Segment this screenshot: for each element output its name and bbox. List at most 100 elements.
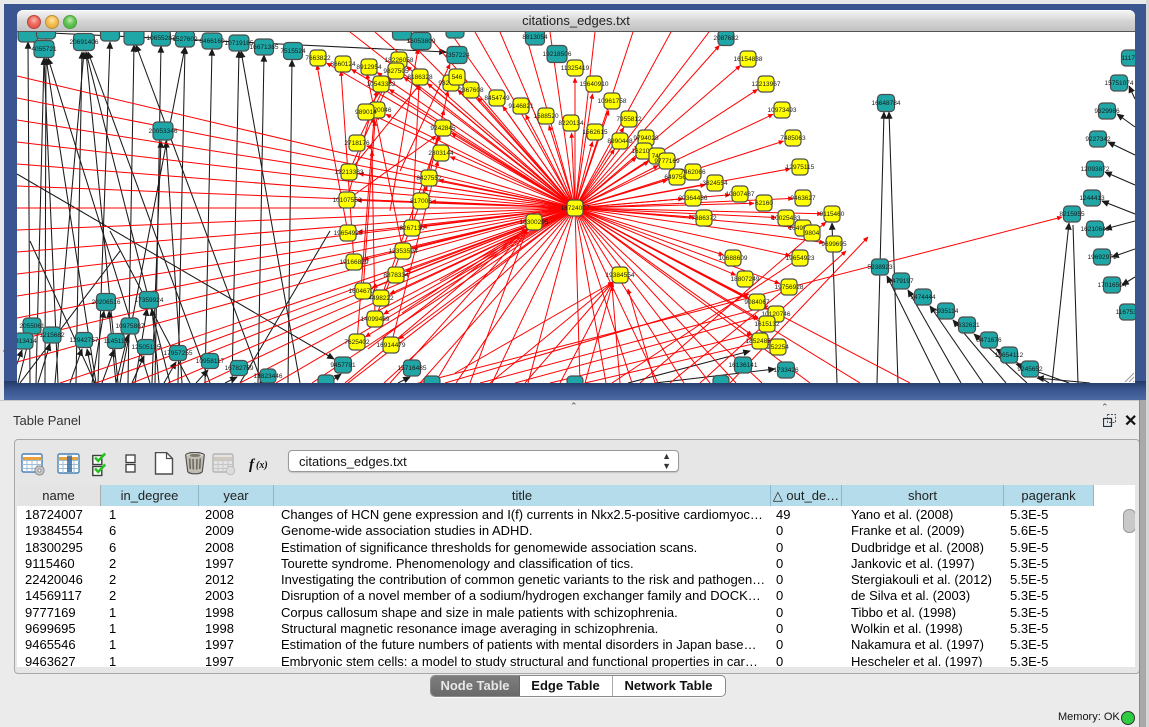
svg-text:2367608: 2367608 [458,87,484,94]
svg-text:7386372: 7386372 [691,215,717,222]
svg-text:10688609: 10688609 [719,255,748,262]
svg-text:62160: 62160 [755,200,773,207]
svg-text:1215682: 1215682 [39,332,65,339]
svg-text:8912954: 8912954 [356,64,382,71]
svg-text:817006: 817006 [410,198,432,205]
svg-text:8660124: 8660124 [330,61,356,68]
svg-text:11174: 11174 [1121,55,1135,62]
svg-text:18300295: 18300295 [520,219,549,226]
svg-text:5938923: 5938923 [867,264,893,271]
svg-text:1167533: 1167533 [1116,309,1135,316]
svg-text:14099489: 14099489 [361,316,390,323]
svg-text:10958117: 10958117 [196,358,225,365]
svg-text:10973493: 10973493 [768,107,797,114]
svg-text:16053809: 16053809 [407,38,436,45]
svg-text:12213383: 12213383 [335,169,364,176]
svg-text:18724007: 18724007 [561,205,590,212]
svg-text:1562615: 1562615 [582,129,608,136]
svg-text:9115460: 9115460 [820,211,845,218]
svg-text:f: f [249,457,256,473]
svg-text:7515524: 7515524 [280,48,306,55]
svg-text:6466160: 6466160 [199,38,225,45]
svg-text:20053346: 20053346 [149,128,178,135]
svg-text:12823446: 12823446 [254,373,283,380]
svg-text:2087682: 2087682 [713,35,739,42]
svg-text:8186328: 8186328 [407,74,433,81]
svg-text:9245652: 9245652 [1017,366,1043,373]
svg-text:15640910: 15640910 [580,81,609,88]
svg-text:252254: 252254 [767,344,789,351]
svg-text:10961758: 10961758 [598,98,627,105]
svg-text:19384554: 19384554 [606,272,635,279]
svg-text:989014: 989014 [355,109,377,116]
svg-text:7625402: 7625402 [344,339,370,346]
svg-text:17957255: 17957255 [164,350,193,357]
svg-text:1527602: 1527602 [172,36,198,43]
svg-text:10975887: 10975887 [116,323,145,330]
svg-text:9699695: 9699695 [821,241,847,248]
svg-text:9457791: 9457791 [330,362,356,369]
svg-text:16154838: 16154838 [734,56,763,63]
svg-text:16671385: 16671385 [250,44,279,51]
svg-text:17016504: 17016504 [1098,282,1127,289]
svg-text:19692971: 19692971 [1088,254,1117,261]
svg-text:7357224: 7357224 [444,52,470,59]
svg-text:8427552: 8427552 [416,175,442,182]
svg-text:19166829: 19166829 [340,259,369,266]
svg-text:7485063: 7485063 [780,135,806,142]
svg-text:16914479: 16914479 [377,342,406,349]
svg-text:8267130: 8267130 [399,225,425,232]
svg-text:1588520: 1588520 [533,113,559,120]
svg-text:9804: 9804 [805,230,820,237]
svg-text:4055721: 4055721 [31,46,57,53]
svg-text:12505135: 12505135 [132,344,161,351]
svg-text:9794028: 9794028 [633,135,659,142]
svg-text:9827505: 9827505 [383,68,409,75]
svg-text:8813054: 8813054 [522,34,548,41]
svg-text:20206516: 20206516 [92,299,121,306]
svg-text:9146821: 9146821 [508,103,534,110]
svg-text:17359924: 17359924 [135,297,164,304]
svg-text:12975115: 12975115 [786,164,815,171]
svg-text:3913414: 3913414 [17,338,37,345]
svg-text:7632621: 7632621 [954,322,980,329]
svg-text:20364436: 20364436 [679,195,708,202]
svg-text:546: 546 [452,74,463,81]
svg-text:8878334: 8878334 [383,272,409,279]
svg-text:10654112: 10654112 [995,352,1024,359]
svg-text:2055061: 2055061 [19,323,45,330]
svg-text:6479197: 6479197 [888,278,914,285]
svg-text:4498222: 4498222 [368,295,394,302]
svg-text:7663822: 7663822 [305,55,331,62]
svg-text:8215955: 8215955 [1059,211,1085,218]
svg-text:1244413: 1244413 [1079,195,1105,202]
svg-text:12942757: 12942757 [70,337,99,344]
svg-text:9084067: 9084067 [744,299,770,306]
svg-text:20691406: 20691406 [70,39,99,46]
svg-text:18807249: 18807249 [731,276,760,283]
svg-text:15751074: 15751074 [1105,80,1134,87]
svg-text:9463627: 9463627 [790,195,816,202]
svg-text:3824554: 3824554 [702,180,728,187]
svg-text:9777169: 9777169 [654,158,680,165]
svg-text:1733426: 1733426 [773,367,799,374]
svg-text:9329966: 9329966 [1094,108,1120,115]
svg-text:12353594: 12353594 [389,248,418,255]
svg-text:12093872: 12093872 [1081,166,1110,173]
svg-text:9227342: 9227342 [1085,136,1111,143]
svg-text:7462066: 7462066 [680,169,706,176]
svg-text:8990448: 8990448 [607,138,633,145]
svg-text:11325419: 11325419 [561,65,590,72]
svg-text:(x): (x) [256,460,268,471]
svg-text:8454749: 8454749 [484,95,510,102]
svg-text:9242845: 9242845 [430,125,456,132]
svg-text:12213967: 12213967 [752,81,781,88]
svg-text:2803144: 2803144 [428,150,454,157]
svg-text:10543382: 10543382 [367,81,396,88]
svg-text:19654923: 19654923 [786,255,815,262]
svg-text:7955812: 7955812 [616,116,642,123]
svg-text:16648784: 16648784 [872,100,901,107]
svg-text:19218506: 19218506 [543,51,572,58]
svg-text:8220134: 8220134 [558,120,584,127]
svg-text:16136141: 16136141 [729,362,758,369]
